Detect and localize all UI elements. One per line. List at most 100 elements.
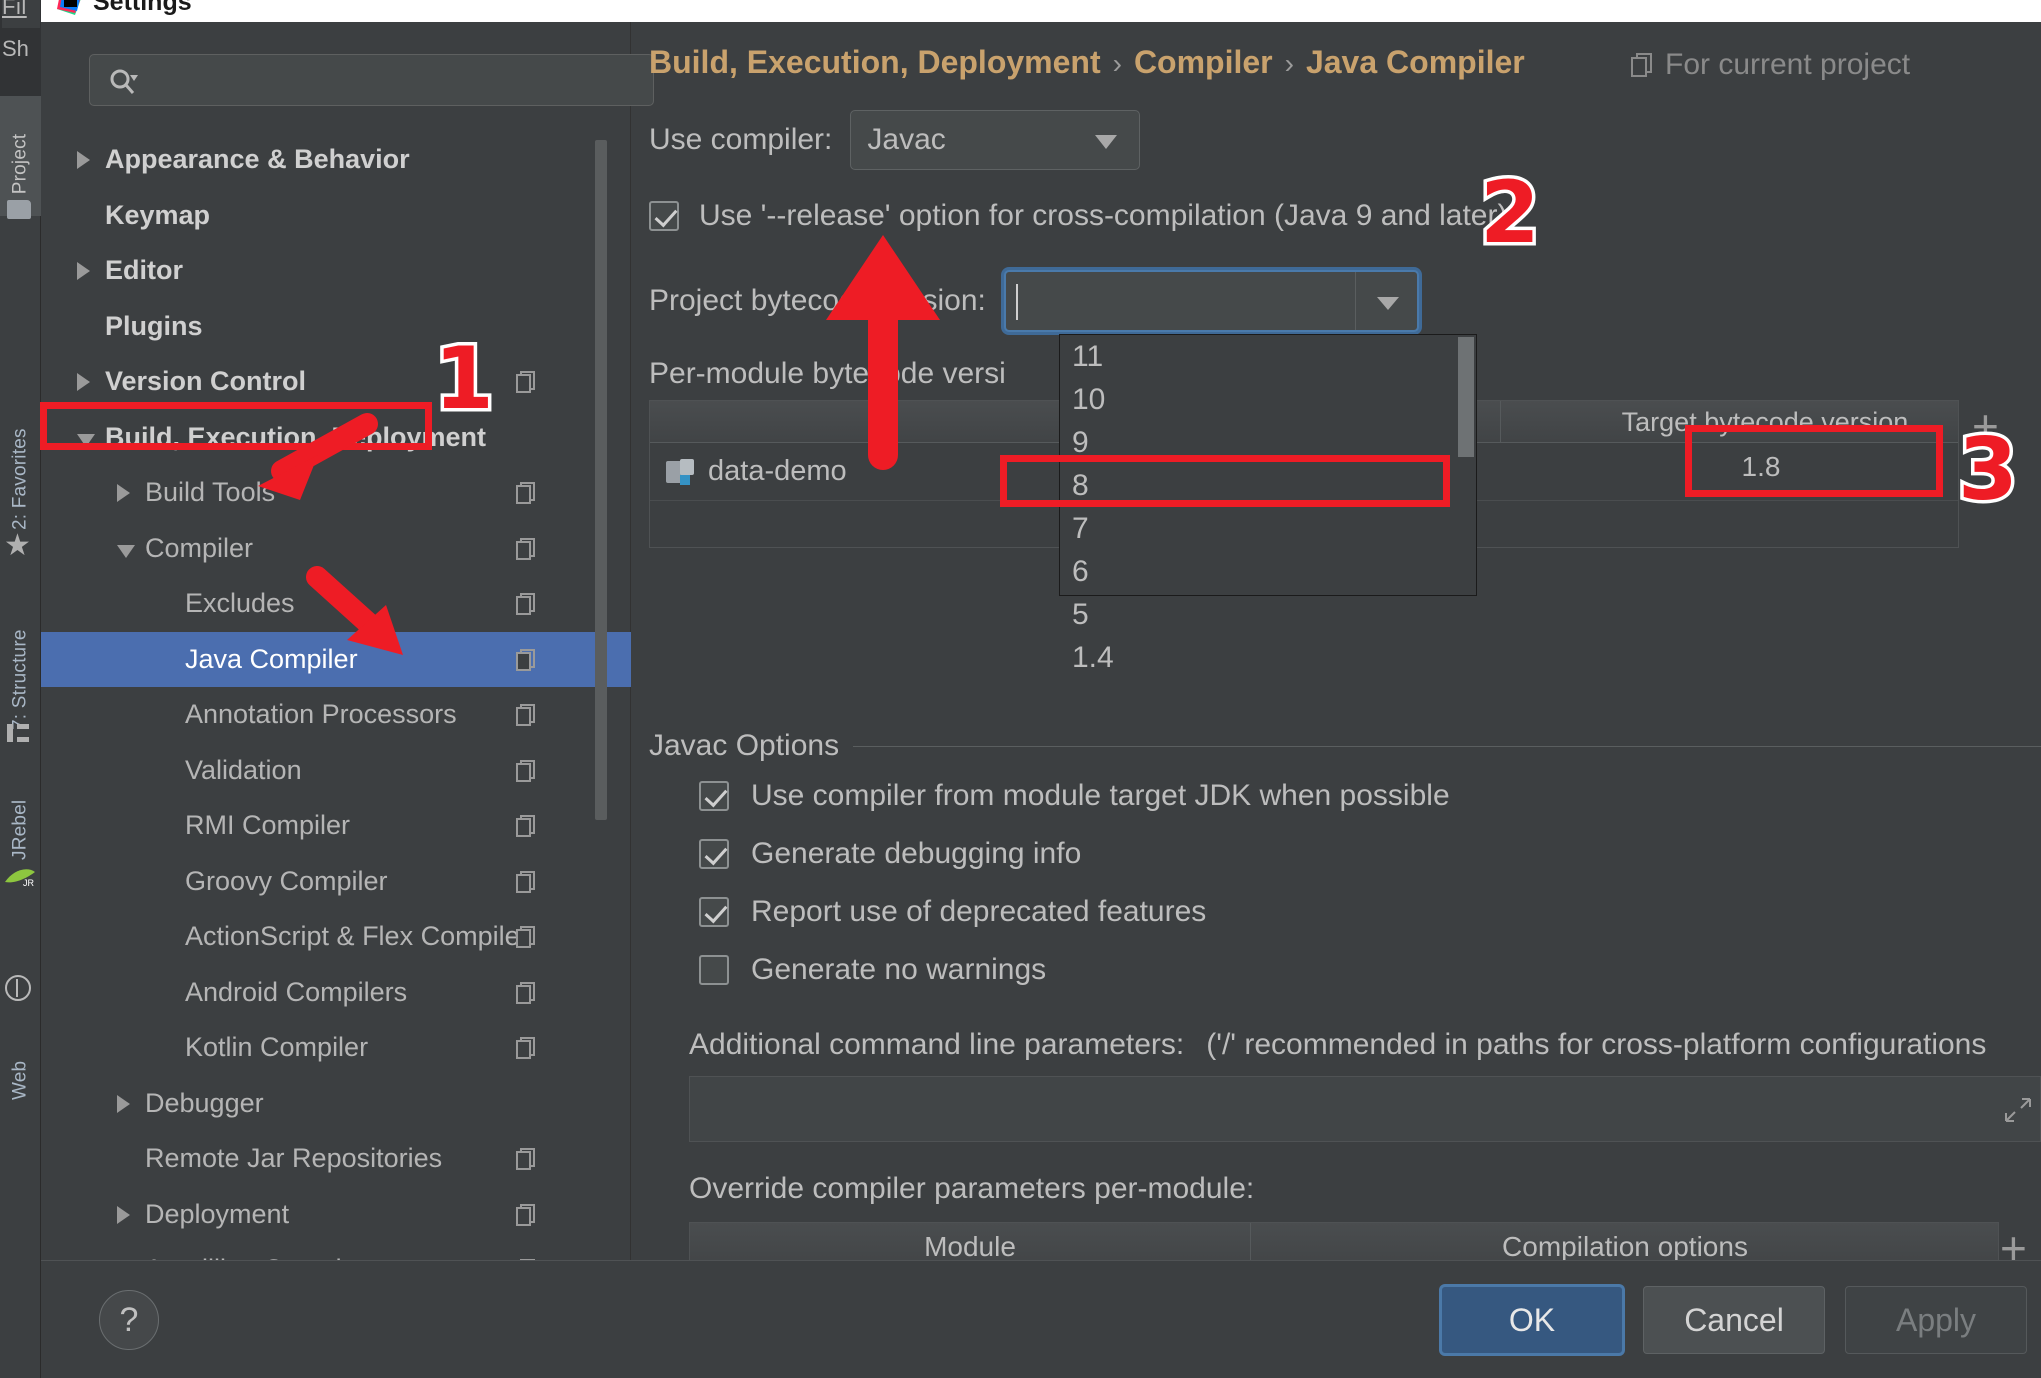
copy-settings-icon[interactable] — [516, 1204, 536, 1226]
sidebar-item-label: Remote Jar Repositories — [145, 1143, 442, 1174]
sidebar-item-build-tools[interactable]: Build Tools — [41, 465, 631, 521]
sidebar-item-keymap[interactable]: Keymap — [41, 188, 631, 244]
help-button[interactable]: ? — [99, 1290, 159, 1350]
javac-option-2[interactable]: Report use of deprecated features — [699, 895, 1206, 929]
web-globe-icon — [5, 975, 31, 1001]
additional-params-input[interactable] — [689, 1076, 2041, 1142]
dropdown-option-6[interactable]: 6 — [1060, 550, 1476, 593]
expand-icon[interactable] — [2004, 1095, 2032, 1125]
copy-settings-icon[interactable] — [516, 482, 536, 504]
sidebar-item-excludes[interactable]: Excludes — [41, 576, 631, 632]
javac-option-2-checkbox[interactable] — [699, 897, 729, 927]
javac-option-1-checkbox[interactable] — [699, 839, 729, 869]
menu-file[interactable]: Fil — [2, 0, 40, 28]
copy-settings-icon[interactable] — [516, 926, 536, 948]
copy-settings-icon[interactable] — [516, 871, 536, 893]
cancel-button[interactable]: Cancel — [1643, 1286, 1825, 1354]
toolbar-label-favorites[interactable]: 2: Favorites — [0, 390, 41, 530]
apply-button[interactable]: Apply — [1845, 1286, 2027, 1354]
javac-option-1[interactable]: Generate debugging info — [699, 837, 1081, 871]
chevron-right-icon[interactable] — [77, 262, 90, 280]
copy-settings-icon[interactable] — [516, 1037, 536, 1059]
sidebar-item-label: Android Compilers — [185, 977, 407, 1008]
toolbar-label-project[interactable]: 1: Project — [0, 96, 41, 216]
javac-option-3-checkbox[interactable] — [699, 955, 729, 985]
sidebar-item-annotation-processors[interactable]: Annotation Processors — [41, 687, 631, 743]
breadcrumb-item-0[interactable]: Build, Execution, Deployment — [649, 44, 1101, 80]
menu-shelf[interactable]: Sh — [2, 36, 40, 70]
settings-tree[interactable]: Appearance & BehaviorKeymap Editor Plugins… — [41, 132, 631, 1260]
sidebar-item-android-compilers[interactable]: Android Compilers — [41, 965, 631, 1021]
menu-file-label: Fil — [2, 0, 27, 19]
intellij-logo-icon — [55, 0, 85, 17]
dropdown-scrollbar-thumb[interactable] — [1458, 337, 1474, 457]
toolbar-label-structure[interactable]: 7: Structure — [0, 590, 41, 730]
release-option-row[interactable]: Use '--release' option for cross-compila… — [649, 199, 1507, 233]
ok-button[interactable]: OK — [1441, 1286, 1623, 1354]
sidebar-item-label: Editor — [105, 255, 183, 286]
copy-settings-icon[interactable] — [516, 704, 536, 726]
copy-settings-icon[interactable] — [516, 982, 536, 1004]
per-module-bytecode-label: Per-module bytecode versi — [649, 357, 1006, 391]
project-bytecode-combo[interactable] — [1004, 270, 1419, 332]
javac-options-divider — [649, 746, 2041, 747]
copy-settings-icon[interactable] — [516, 538, 536, 560]
search-input[interactable] — [89, 54, 654, 106]
copy-settings-icon[interactable] — [516, 815, 536, 837]
copy-settings-icon[interactable] — [516, 760, 536, 782]
copy-settings-icon[interactable] — [516, 593, 536, 615]
annotation-number-3: 3 — [1958, 427, 2018, 513]
chevron-right-icon[interactable] — [77, 373, 90, 391]
sidebar-item-remote-jar-repositories[interactable]: Remote Jar Repositories — [41, 1131, 631, 1187]
sidebar-item-rmi-compiler[interactable]: RMI Compiler — [41, 798, 631, 854]
table-column-divider[interactable] — [1500, 401, 1501, 443]
sidebar-scrollbar[interactable] — [595, 140, 607, 820]
javac-option-0[interactable]: Use compiler from module target JDK when… — [699, 779, 1450, 813]
javac-option-3[interactable]: Generate no warnings — [699, 953, 1046, 987]
javac-option-0-checkbox[interactable] — [699, 781, 729, 811]
sidebar-item-debugger[interactable]: Debugger — [41, 1076, 631, 1132]
chevron-right-icon[interactable] — [77, 151, 90, 169]
copy-settings-icon[interactable] — [516, 649, 536, 671]
breadcrumb-separator-0: › — [1101, 48, 1134, 79]
sidebar-item-validation[interactable]: Validation — [41, 743, 631, 799]
sidebar-item-kotlin-compiler[interactable]: Kotlin Compiler — [41, 1020, 631, 1076]
sidebar-item-label: Groovy Compiler — [185, 866, 388, 897]
chevron-down-icon — [1095, 135, 1117, 149]
copy-settings-icon[interactable] — [516, 1148, 536, 1170]
sidebar-item-java-compiler[interactable]: Java Compiler — [41, 632, 631, 688]
sidebar-item-plugins[interactable]: Plugins — [41, 299, 631, 355]
project-bytecode-row: Project bytecode version: — [649, 270, 1419, 332]
use-compiler-select[interactable]: Javac — [850, 110, 1140, 170]
sidebar-item-editor[interactable]: Editor — [41, 243, 631, 299]
svg-text:JR: JR — [23, 878, 35, 888]
sidebar-item-compiler[interactable]: Compiler — [41, 521, 631, 577]
sidebar-item-arquillian-containers[interactable]: Arquillian Containers — [41, 1242, 631, 1260]
sidebar-item-label: Build Tools — [145, 477, 275, 508]
toolbar-label-jrebel[interactable]: JRebel — [0, 760, 41, 860]
sidebar-item-appearance-behavior[interactable]: Appearance & Behavior — [41, 132, 631, 188]
copy-settings-icon[interactable] — [516, 371, 536, 393]
use-compiler-value: Javac — [851, 123, 945, 157]
dropdown-option-11[interactable]: 11 — [1060, 335, 1476, 378]
chevron-right-icon[interactable] — [117, 1095, 130, 1113]
chevron-right-icon[interactable] — [117, 484, 130, 502]
star-icon: ★ — [4, 528, 31, 563]
sidebar-item-label: Annotation Processors — [185, 699, 457, 730]
sidebar-item-groovy-compiler[interactable]: Groovy Compiler — [41, 854, 631, 910]
additional-params-hint: ('/' recommended in paths for cross-plat… — [1184, 1028, 1986, 1061]
dropdown-option-10[interactable]: 10 — [1060, 378, 1476, 421]
sidebar-item-deployment[interactable]: Deployment — [41, 1187, 631, 1243]
breadcrumb-item-2[interactable]: Java Compiler — [1306, 44, 1525, 80]
javac-options-title: Javac Options — [649, 729, 853, 763]
breadcrumb-item-1[interactable]: Compiler — [1134, 44, 1273, 80]
chevron-right-icon[interactable] — [117, 1206, 130, 1224]
chevron-down-icon[interactable] — [117, 545, 135, 558]
release-option-checkbox[interactable] — [649, 201, 679, 231]
toolbar-label-web[interactable]: Web — [0, 1010, 41, 1100]
dropdown-option-5[interactable]: 5 — [1060, 593, 1476, 636]
override-params-label: Override compiler parameters per-module: — [689, 1172, 1254, 1206]
dropdown-option-1-4[interactable]: 1.4 — [1060, 636, 1476, 679]
dropdown-option-7[interactable]: 7 — [1060, 507, 1476, 550]
sidebar-item-actionscript-flex-compiler[interactable]: ActionScript & Flex Compiler — [41, 909, 631, 965]
